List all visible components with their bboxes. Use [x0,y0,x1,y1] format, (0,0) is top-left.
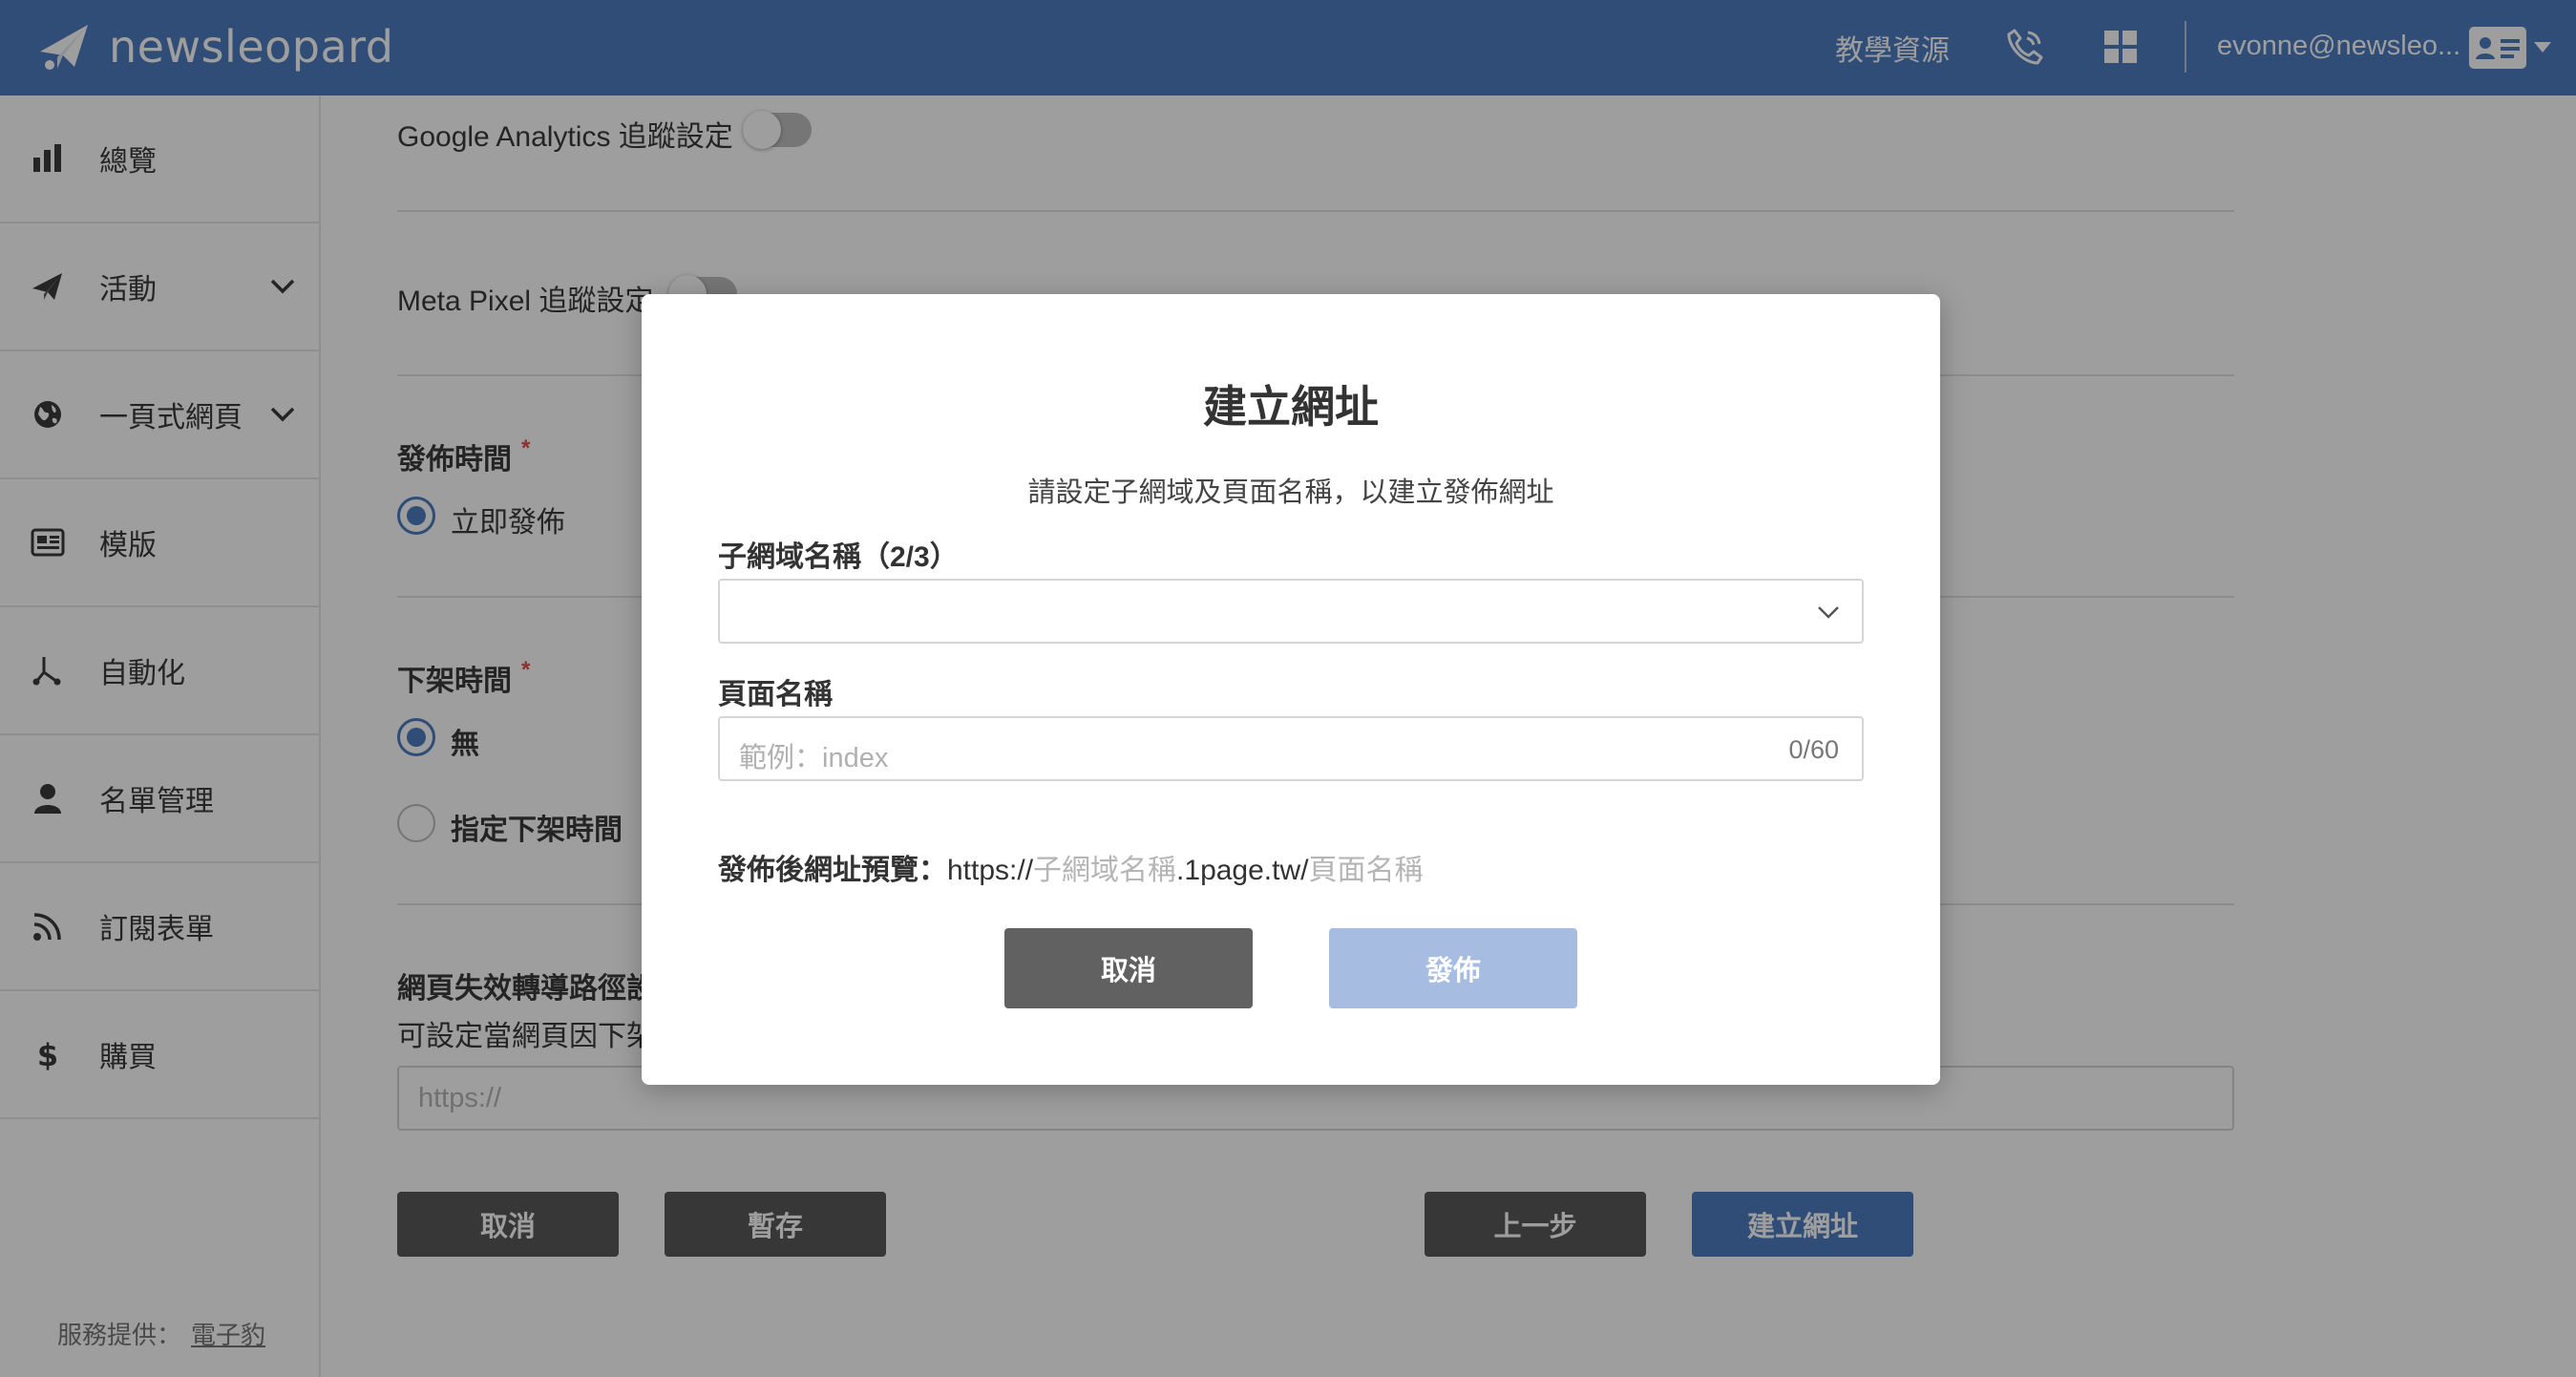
url-preview: 發佈後網址預覽：https://子網域名稱.1page.tw/頁面名稱 [718,846,1423,888]
subdomain-label: 子網域名稱（2/3） [718,541,959,573]
preview-label: 發佈後網址預覽： [718,855,947,886]
modal-subtitle: 請設定子網域及頁面名稱，以建立發佈網址 [1027,477,1554,508]
chevron-down-icon [1818,606,1839,619]
page: newsleopard 教學資源 evonne@newsleo... 總覽 活動… [0,0,2576,1377]
subdomain-select[interactable] [718,579,1864,644]
modal-title: 建立網址 [1203,382,1379,432]
page-name-label: 頁面名稱 [718,679,833,710]
preview-domain: .1page.tw/ [1176,855,1309,886]
page-name-input[interactable]: 範例：index 0/60 [718,716,1864,781]
preview-scheme: https:// [947,855,1034,886]
create-url-modal: 建立網址 請設定子網域及頁面名稱，以建立發佈網址 子網域名稱（2/3） 頁面名稱… [642,294,1940,1085]
modal-cancel-button[interactable]: 取消 [1004,928,1253,1008]
char-counter: 0/60 [1788,735,1839,764]
publish-button[interactable]: 發佈 [1329,928,1577,1008]
preview-subdomain: 子網域名稱 [1033,855,1177,886]
preview-page: 頁面名稱 [1308,855,1424,886]
page-name-placeholder: 範例：index [739,743,889,773]
